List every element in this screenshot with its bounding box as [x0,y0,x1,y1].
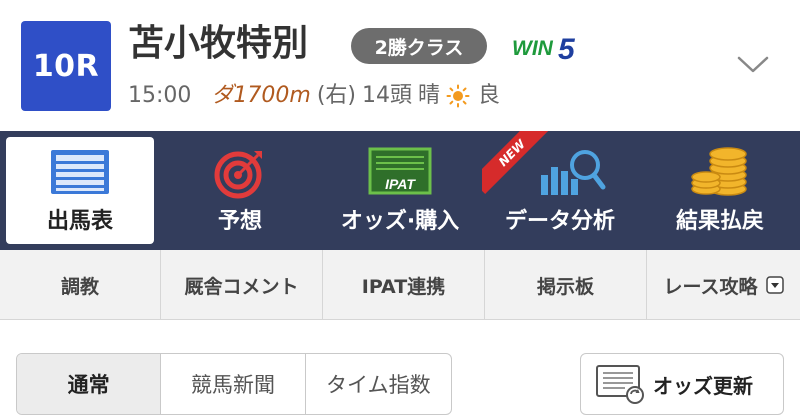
odds-update-button[interactable]: オッズ更新 [580,353,784,415]
new-badge-label: NEW [482,131,548,195]
race-start-time: 15:00 [128,83,192,108]
tab-training-label: 調教 [60,275,99,298]
view-mode-toggle: 通常 競馬新聞 タイム指数 [16,353,452,415]
win5-logo-icon: WIN 5 [512,33,576,64]
race-direction: (右) [316,83,356,108]
nav-race-card[interactable]: 出馬表 [6,137,154,244]
dropdown-arrow-icon [765,276,784,294]
tab-stable-comments[interactable]: 厩舎コメント [161,250,323,320]
nav-label-race-card: 出馬表 [46,209,113,234]
tab-race-strategy[interactable]: レース攻略 [647,250,800,320]
race-card-icon [51,150,109,194]
view-option-newspaper[interactable]: 競馬新聞 [161,354,306,414]
nav-label-data-analysis: データ分析 [504,209,615,234]
nav-label-prediction: 予想 [217,209,262,234]
race-surface-distance: ダ1700m [211,83,311,108]
sub-tabs: 調教 厩舎コメント IPAT連携 掲示板 レース攻略 [0,250,800,320]
track-condition: 良 [478,83,501,108]
ipat-terminal-icon: IPAT [368,147,432,195]
main-nav: 出馬表 予想 IPAT オッズ·購入 NEW データ分析 結果払戻 [0,131,800,250]
tab-ipat-link-label: IPAT連携 [361,275,446,298]
race-runners: 14頭 [362,83,412,108]
new-badge: NEW [482,131,548,197]
sunny-icon [446,84,470,108]
view-option-normal[interactable]: 通常 [17,354,162,414]
view-option-time-index[interactable]: タイム指数 [306,354,451,414]
tab-ipat-link[interactable]: IPAT連携 [323,250,485,320]
nav-results-payout[interactable]: 結果払戻 [646,137,794,244]
tab-bulletin-board[interactable]: 掲示板 [485,250,647,320]
tab-bulletin-board-label: 掲示板 [536,275,594,298]
race-header: 10R 苫小牧特別 2勝クラス WIN 5 15:00 ダ1700m (右) 1… [0,0,800,130]
nav-label-results-payout: 結果払戻 [675,209,764,234]
odds-refresh-icon [596,365,644,404]
coins-icon [691,147,747,196]
odds-update-label: オッズ更新 [653,373,753,398]
target-icon [214,151,262,199]
tab-training[interactable]: 調教 [0,250,161,320]
chevron-down-icon[interactable] [737,55,769,75]
race-title: 苫小牧特別 [128,23,309,64]
nav-prediction[interactable]: 予想 [166,137,314,244]
race-info-line: 15:00 ダ1700m (右) 14頭 晴 良 [128,80,500,112]
nav-odds-purchase[interactable]: IPAT オッズ·購入 [326,137,474,244]
nav-label-odds-purchase: オッズ·購入 [340,209,460,234]
race-number-badge: 10R [21,21,111,111]
win5-logo-number: 5 [558,33,576,64]
race-class-badge: 2勝クラス [351,28,487,64]
nav-data-analysis[interactable]: NEW データ分析 [482,131,634,244]
tab-stable-comments-label: 厩舎コメント [184,275,299,298]
ipat-logo-text: IPAT [385,176,416,192]
tab-race-strategy-label: レース攻略 [663,275,758,298]
win5-logo-text: WIN [512,37,554,60]
race-weather: 晴 [418,83,441,108]
